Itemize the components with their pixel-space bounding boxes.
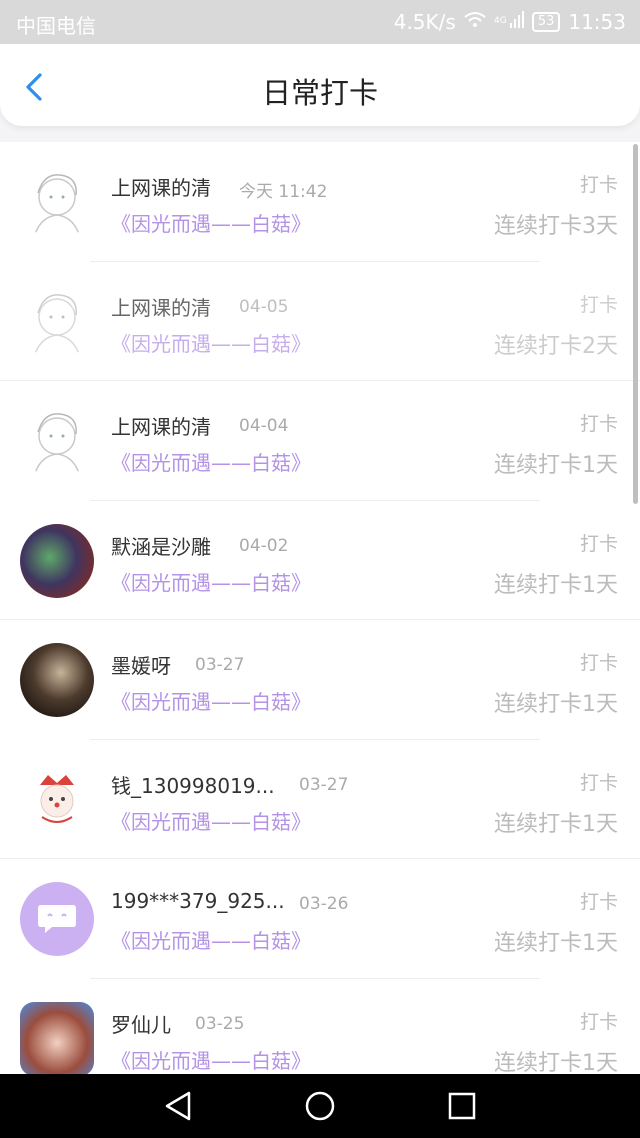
streak-count: 连续打卡3天 bbox=[494, 214, 618, 239]
user-name[interactable]: 199***379_925... bbox=[111, 889, 285, 913]
checkin-date: 03-27 bbox=[299, 774, 349, 795]
app-header: 日常打卡 bbox=[0, 44, 640, 126]
streak-count: 连续打卡1天 bbox=[494, 572, 618, 598]
list-item[interactable]: 上网课的清 今天 11:42 《因光而遇——白菇》 打卡 连续打卡3天 bbox=[0, 142, 640, 262]
user-avatar[interactable] bbox=[20, 643, 94, 717]
recents-square-icon[interactable] bbox=[445, 1089, 479, 1123]
user-avatar[interactable] bbox=[20, 284, 94, 359]
user-avatar[interactable] bbox=[20, 165, 94, 239]
list-item[interactable]: 罗仙儿 03-25 《因光而遇——白菇》 打卡 连续打卡1天 bbox=[0, 978, 640, 1075]
user-avatar[interactable] bbox=[20, 762, 94, 837]
list-scrollbar[interactable] bbox=[633, 144, 638, 504]
system-nav-bar bbox=[0, 1074, 640, 1138]
checkin-date: 今天 11:42 bbox=[239, 182, 328, 202]
user-name[interactable]: 上网课的清 bbox=[111, 292, 211, 321]
battery-icon: 53 bbox=[531, 12, 561, 32]
book-title[interactable]: 《因光而遇——白菇》 bbox=[111, 208, 311, 237]
checkin-label: 打卡 bbox=[579, 652, 618, 674]
user-avatar[interactable] bbox=[20, 404, 94, 478]
list-item[interactable]: 墨媛呀 03-27 《因光而遇——白菇》 打卡 连续打卡1天 bbox=[0, 620, 640, 740]
signal-text: 4G bbox=[494, 16, 507, 26]
checkin-date: 03-26 bbox=[299, 894, 349, 914]
checkin-label: 打卡 bbox=[579, 1010, 618, 1033]
book-title[interactable]: 《因光而遇——白菇》 bbox=[111, 925, 311, 954]
list-item[interactable]: 上网课的清 04-05 《因光而遇——白菇》 打卡 连续打卡2天 bbox=[0, 261, 640, 381]
user-name[interactable]: 默涵是沙雕 bbox=[111, 531, 211, 560]
checkin-date: 04-05 bbox=[239, 296, 289, 317]
checkin-label: 打卡 bbox=[579, 532, 618, 555]
user-avatar[interactable] bbox=[20, 882, 94, 956]
user-name[interactable]: 墨媛呀 bbox=[111, 650, 171, 679]
page-title: 日常打卡 bbox=[261, 76, 378, 110]
streak-count: 连续打卡1天 bbox=[494, 1050, 618, 1075]
checkin-label: 打卡 bbox=[579, 174, 618, 196]
book-title[interactable]: 《因光而遇——白菇》 bbox=[111, 1045, 311, 1074]
book-title[interactable]: 《因光而遇——白菇》 bbox=[111, 447, 311, 476]
user-name[interactable]: 钱_130998019... bbox=[111, 770, 275, 799]
checkin-label: 打卡 bbox=[579, 891, 618, 913]
checkin-label: 打卡 bbox=[579, 771, 618, 794]
user-name[interactable]: 上网课的清 bbox=[111, 172, 211, 201]
clock: 11:53 bbox=[568, 10, 626, 34]
streak-count: 连续打卡2天 bbox=[494, 333, 618, 359]
book-title[interactable]: 《因光而遇——白菇》 bbox=[111, 567, 311, 596]
status-indicators: 4.5K/s 4G 53 11:53 bbox=[394, 10, 626, 34]
user-avatar[interactable] bbox=[20, 1001, 94, 1074]
list-item[interactable]: 钱_130998019... 03-27 《因光而遇——白菇》 打卡 连续打卡1… bbox=[0, 739, 640, 859]
carrier-label: 中国电信 bbox=[16, 14, 96, 38]
network-speed: 4.5K/s bbox=[393, 10, 456, 34]
user-name[interactable]: 罗仙儿 bbox=[111, 1009, 171, 1038]
chat-bubble-icon bbox=[38, 905, 76, 933]
home-circle-icon[interactable] bbox=[303, 1089, 337, 1123]
book-title[interactable]: 《因光而遇——白菇》 bbox=[111, 686, 311, 715]
book-title[interactable]: 《因光而遇——白菇》 bbox=[111, 806, 311, 835]
checkin-list[interactable]: 上网课的清 今天 11:42 《因光而遇——白菇》 打卡 连续打卡3天 上网课的… bbox=[0, 142, 640, 1074]
checkin-label: 打卡 bbox=[579, 293, 618, 316]
streak-count: 连续打卡1天 bbox=[494, 692, 618, 717]
checkin-date: 03-27 bbox=[195, 655, 245, 675]
cell-signal-icon: 4G bbox=[494, 10, 524, 34]
list-item[interactable]: 上网课的清 04-04 《因光而遇——白菇》 打卡 连续打卡1天 bbox=[0, 381, 640, 501]
streak-count: 连续打卡1天 bbox=[494, 931, 618, 956]
book-title[interactable]: 《因光而遇——白菇》 bbox=[111, 328, 311, 357]
list-item[interactable]: 199***379_925... 03-26 《因光而遇——白菇》 打卡 连续打… bbox=[0, 859, 640, 979]
checkin-date: 04-04 bbox=[239, 416, 289, 436]
wifi-icon bbox=[464, 11, 486, 34]
list-item[interactable]: 默涵是沙雕 04-02 《因光而遇——白菇》 打卡 连续打卡1天 bbox=[0, 500, 640, 620]
user-avatar[interactable] bbox=[20, 523, 94, 598]
checkin-label: 打卡 bbox=[579, 413, 618, 435]
streak-count: 连续打卡1天 bbox=[494, 453, 618, 478]
checkin-date: 03-25 bbox=[195, 1013, 245, 1034]
streak-count: 连续打卡1天 bbox=[494, 811, 618, 837]
checkin-date: 04-02 bbox=[239, 535, 289, 556]
status-bar: 中国电信 4.5K/s 4G 53 11:53 bbox=[0, 0, 640, 44]
back-triangle-icon[interactable] bbox=[162, 1089, 196, 1123]
user-name[interactable]: 上网课的清 bbox=[111, 411, 211, 440]
